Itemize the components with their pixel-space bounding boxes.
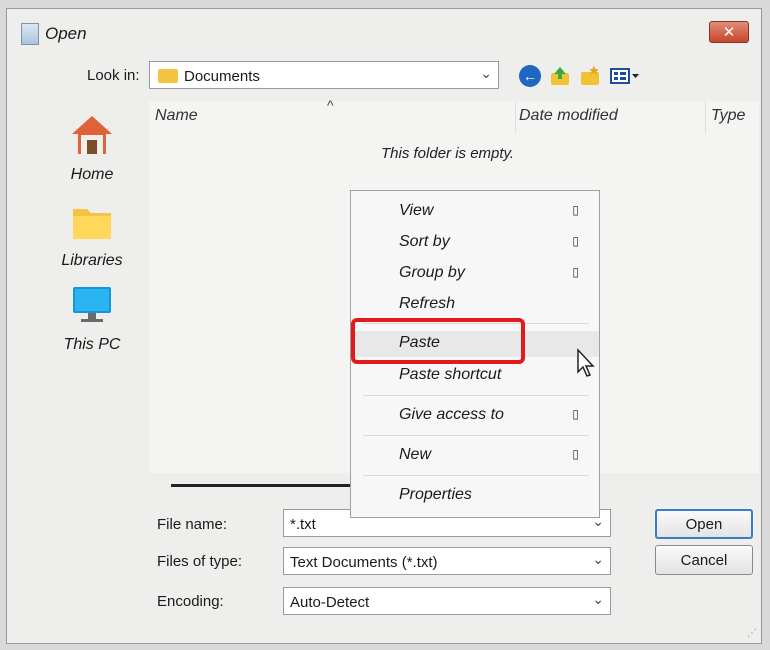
column-header-date-modified[interactable]: Date modified [519, 107, 618, 125]
folder-icon [158, 69, 178, 83]
libraries-icon [73, 209, 111, 239]
column-header-type[interactable]: Type [711, 107, 745, 125]
mouse-cursor-icon [577, 348, 595, 377]
menu-item-label: Refresh [399, 295, 456, 312]
file-type-value: Text Documents (*.txt) [290, 554, 438, 571]
this-pc-icon [73, 287, 111, 322]
cancel-button[interactable]: Cancel [655, 545, 753, 575]
view-menu-icon[interactable] [609, 65, 641, 87]
menu-item-paste-shortcut[interactable]: Paste shortcut [351, 363, 599, 389]
menu-item-give-access-to[interactable]: Give access to ▯ [351, 403, 599, 429]
submenu-arrow-icon: ▯ [572, 234, 579, 248]
chevron-down-icon: ⌄ [480, 65, 492, 81]
file-type-label: Files of type: [157, 553, 243, 570]
menu-item-refresh[interactable]: Refresh [351, 292, 599, 318]
notepad-icon [21, 23, 39, 45]
file-type-dropdown[interactable]: Text Documents (*.txt) ⌄ [283, 547, 611, 575]
submenu-arrow-icon: ▯ [572, 265, 579, 279]
back-arrow-icon[interactable]: ← [519, 65, 541, 87]
column-header-name[interactable]: Name [155, 107, 198, 125]
menu-item-new[interactable]: New ▯ [351, 443, 599, 469]
place-label: Home [70, 166, 114, 183]
horizontal-scrollbar[interactable] [171, 484, 351, 487]
resize-grip-icon[interactable]: ⋰ [747, 628, 757, 639]
home-icon [72, 116, 112, 154]
look-in-dropdown[interactable]: Documents ⌄ [149, 61, 499, 89]
menu-item-label: Give access to [399, 406, 504, 423]
close-button[interactable]: ✕ [709, 21, 749, 43]
column-separator[interactable] [515, 101, 516, 133]
menu-item-label: Group by [399, 264, 465, 281]
menu-item-view[interactable]: View ▯ [351, 199, 599, 225]
paste-highlight-box [351, 318, 525, 364]
column-separator[interactable] [705, 101, 706, 133]
chevron-down-icon: ⌄ [592, 551, 604, 567]
menu-item-label: Sort by [399, 233, 450, 250]
encoding-value: Auto-Detect [290, 594, 370, 611]
chevron-down-icon: ⌄ [592, 591, 604, 607]
menu-separator [363, 435, 589, 436]
file-name-value: *.txt [290, 516, 316, 533]
new-folder-icon[interactable] [579, 65, 601, 87]
menu-separator [363, 395, 589, 396]
menu-separator [363, 475, 589, 476]
submenu-arrow-icon: ▯ [572, 203, 579, 217]
menu-item-label: Properties [399, 486, 472, 503]
look-in-label: Look in: [87, 67, 140, 84]
look-in-value: Documents [184, 68, 260, 85]
window-title: Open [45, 24, 87, 43]
encoding-dropdown[interactable]: Auto-Detect ⌄ [283, 587, 611, 615]
submenu-arrow-icon: ▯ [572, 407, 579, 421]
place-libraries[interactable]: Libraries [37, 203, 147, 270]
title-bar: Open ✕ [7, 9, 761, 51]
menu-item-sort-by[interactable]: Sort by ▯ [351, 230, 599, 256]
submenu-arrow-icon: ▯ [572, 447, 579, 461]
place-label: Libraries [61, 252, 123, 269]
menu-item-label: Paste shortcut [399, 366, 502, 383]
open-button[interactable]: Open [655, 509, 753, 539]
up-folder-icon[interactable] [549, 65, 571, 87]
encoding-label: Encoding: [157, 593, 224, 610]
menu-item-label: New [399, 446, 432, 463]
place-label: This PC [63, 336, 121, 353]
place-this-pc[interactable]: This PC [37, 285, 147, 354]
menu-item-group-by[interactable]: Group by ▯ [351, 261, 599, 287]
menu-item-label: View [399, 202, 434, 219]
file-name-label: File name: [157, 516, 228, 533]
menu-item-properties[interactable]: Properties [351, 483, 599, 509]
sort-ascending-icon: ^ [327, 97, 334, 113]
empty-folder-message: This folder is empty. [381, 145, 515, 162]
place-home[interactable]: Home [37, 113, 147, 184]
